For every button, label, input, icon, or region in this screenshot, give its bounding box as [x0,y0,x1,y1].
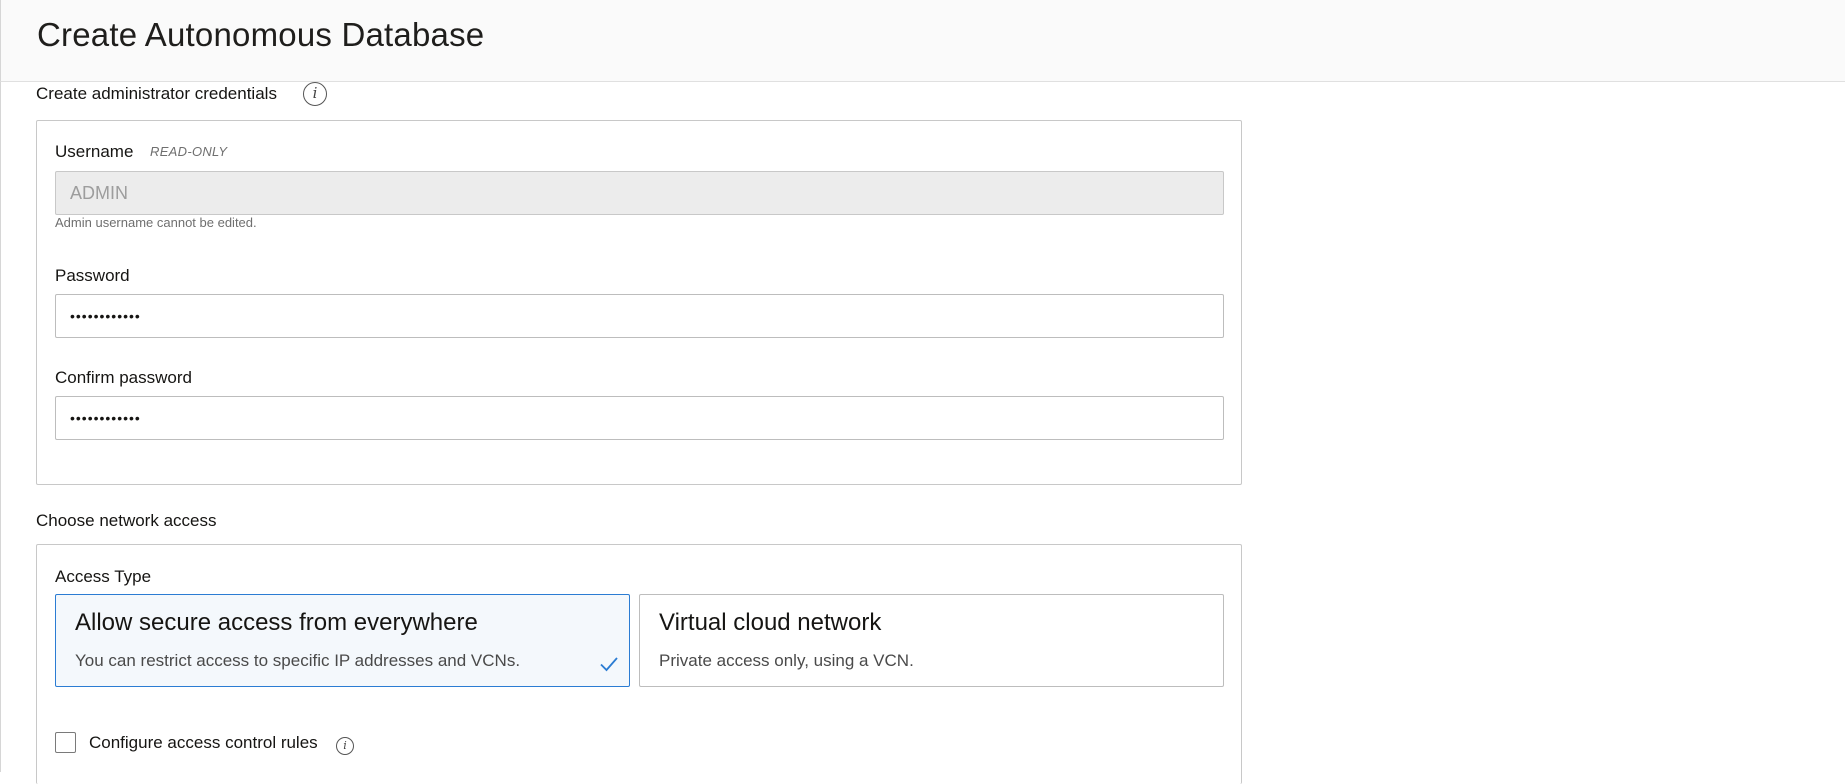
username-helper-text: Admin username cannot be edited. [55,215,257,230]
access-option-title: Allow secure access from everywhere [75,609,478,636]
info-icon[interactable]: i [303,82,327,106]
page-header: Create Autonomous Database [0,0,1845,82]
access-option-description: Private access only, using a VCN. [659,651,914,670]
left-divider [0,82,1,772]
access-control-label[interactable]: Configure access control rules [89,733,318,753]
credentials-panel: Username READ-ONLY ADMIN Admin username … [36,120,1242,485]
access-option-title: Virtual cloud network [659,609,882,636]
read-only-tag: READ-ONLY [150,144,228,159]
network-section-title: Choose network access [36,511,217,530]
access-type-label: Access Type [55,567,152,586]
password-input[interactable]: •••••••••••• [55,294,1224,338]
access-control-checkbox[interactable] [55,732,76,753]
confirm-password-input[interactable]: •••••••••••• [55,396,1224,440]
network-panel: Access Type Allow secure access from eve… [36,544,1242,784]
info-icon[interactable]: i [336,737,354,755]
username-input: ADMIN [55,171,1224,215]
checkmark-icon [600,657,618,672]
password-label: Password [55,266,130,285]
confirm-password-label: Confirm password [55,368,192,387]
username-label: Username [55,142,134,161]
access-option-everywhere[interactable]: Allow secure access from everywhere You … [55,594,630,687]
access-option-description: You can restrict access to specific IP a… [75,651,521,670]
access-option-vcn[interactable]: Virtual cloud network Private access onl… [639,594,1224,687]
credentials-section-title: Create administrator credentials [36,84,277,103]
page-title: Create Autonomous Database [37,16,485,53]
